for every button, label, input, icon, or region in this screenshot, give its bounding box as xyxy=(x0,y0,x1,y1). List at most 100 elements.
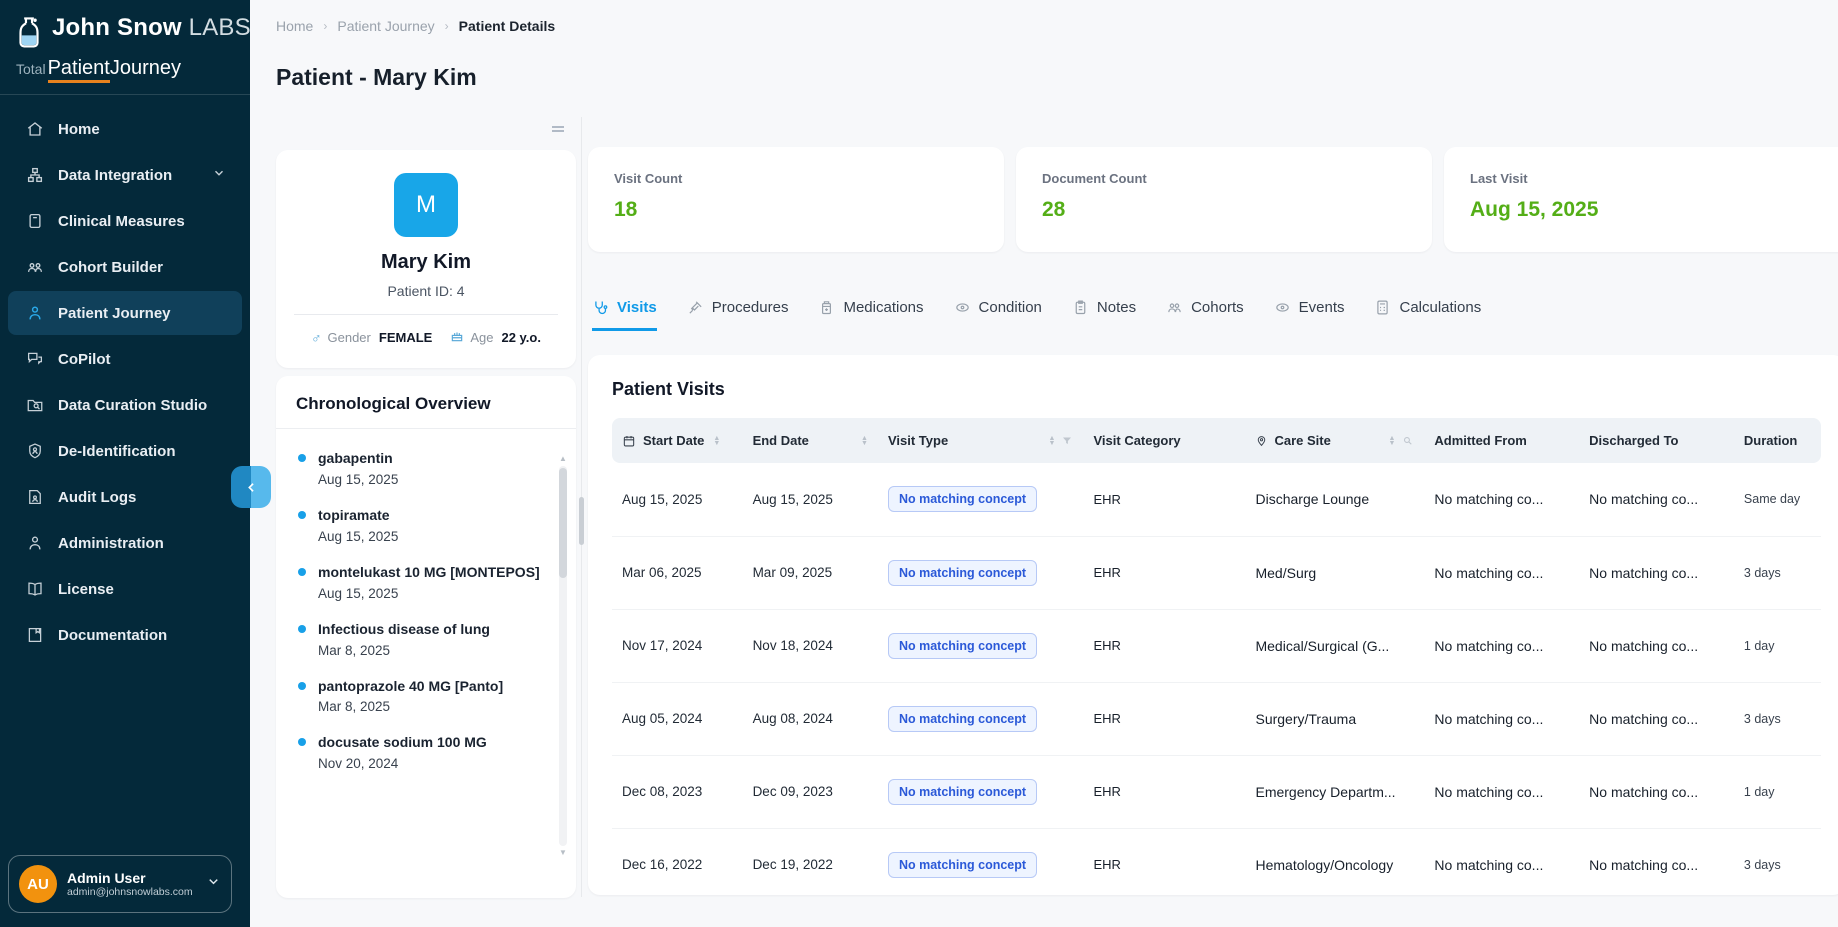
list-item[interactable]: Infectious disease of lungMar 8, 2025 xyxy=(298,620,550,658)
drag-handle-icon[interactable] xyxy=(550,122,566,140)
visit-type-badge: No matching concept xyxy=(888,633,1037,659)
sidebar-item-license[interactable]: License xyxy=(8,567,242,611)
visit-type-badge: No matching concept xyxy=(888,486,1037,512)
chevron-down-icon xyxy=(206,874,221,894)
brand-subtitle: TotalPatientJourney xyxy=(16,57,234,80)
tab-medications[interactable]: Medications xyxy=(818,299,923,331)
sidebar: John Snow LABS TotalPatientJourney Home … xyxy=(0,0,250,927)
chat-bubbles-icon xyxy=(26,350,44,368)
tab-visits[interactable]: Visits xyxy=(592,299,657,331)
col-end-date[interactable]: End Date ▲▼ xyxy=(743,418,878,463)
table-header-row: Start Date ▲▼ End Date ▲▼ Visit Type ▲▼ xyxy=(612,418,1821,463)
eye-icon xyxy=(1274,299,1291,316)
chevron-down-icon xyxy=(212,166,226,184)
table-row[interactable]: Nov 17, 2024 Nov 18, 2024 No matching co… xyxy=(612,609,1821,682)
sort-icon[interactable]: ▲▼ xyxy=(713,436,720,446)
stat-label: Last Visit xyxy=(1470,171,1834,186)
bullet-icon xyxy=(298,738,306,746)
table-row[interactable]: Aug 15, 2025 Aug 15, 2025 No matching co… xyxy=(612,463,1821,536)
bullet-icon xyxy=(298,625,306,633)
page-title: Patient - Mary Kim xyxy=(250,34,1838,91)
list-item[interactable]: docusate sodium 100 MGNov 20, 2024 xyxy=(298,733,550,771)
filter-icon[interactable] xyxy=(1061,435,1073,447)
shield-person-icon xyxy=(26,442,44,460)
scrollbar-thumb[interactable] xyxy=(559,468,567,578)
sidebar-item-de-identification[interactable]: De-Identification xyxy=(8,429,242,473)
age-value: 22 y.o. xyxy=(501,330,541,345)
chevron-left-icon xyxy=(244,480,259,495)
sidebar-collapse-button[interactable] xyxy=(231,466,271,508)
visit-type-badge: No matching concept xyxy=(888,560,1037,586)
sort-icon[interactable]: ▲▼ xyxy=(861,436,868,446)
search-icon[interactable] xyxy=(1401,434,1414,447)
col-visit-category[interactable]: Visit Category xyxy=(1083,418,1245,463)
breadcrumb-patient-journey[interactable]: Patient Journey xyxy=(337,18,434,34)
avatar: AU xyxy=(19,865,57,903)
stat-label: Visit Count xyxy=(614,171,978,186)
sidebar-item-copilot[interactable]: CoPilot xyxy=(8,337,242,381)
patient-avatar: M xyxy=(394,173,458,237)
list-item[interactable]: topiramateAug 15, 2025 xyxy=(298,506,550,544)
scroll-down-icon[interactable]: ▼ xyxy=(558,848,568,858)
table-row[interactable]: Dec 08, 2023 Dec 09, 2023 No matching co… xyxy=(612,755,1821,828)
clinical-measures-icon xyxy=(26,212,44,230)
table-row[interactable]: Mar 06, 2025 Mar 09, 2025 No matching co… xyxy=(612,536,1821,609)
sidebar-item-audit-logs[interactable]: Audit Logs xyxy=(8,475,242,519)
tab-calculations[interactable]: Calculations xyxy=(1374,299,1481,331)
sort-icon[interactable]: ▲▼ xyxy=(1049,436,1056,446)
col-duration[interactable]: Duration xyxy=(1734,418,1821,463)
home-icon xyxy=(26,120,44,138)
sidebar-item-administration[interactable]: Administration xyxy=(8,521,242,565)
tab-procedures[interactable]: Procedures xyxy=(687,299,789,331)
tab-events[interactable]: Events xyxy=(1274,299,1345,331)
location-pin-icon xyxy=(1255,434,1268,447)
user-name: Admin User xyxy=(67,870,193,887)
tab-cohorts[interactable]: Cohorts xyxy=(1166,299,1244,331)
patient-summary-card: M Mary Kim Patient ID: 4 ♂ Gender FEMALE… xyxy=(276,150,576,368)
col-visit-type[interactable]: Visit Type ▲▼ xyxy=(878,418,1084,463)
sidebar-item-cohort-builder[interactable]: Cohort Builder xyxy=(8,245,242,289)
syringe-icon xyxy=(687,299,704,316)
folder-search-icon xyxy=(26,396,44,414)
detail-tabs: Visits Procedures Medications Condition … xyxy=(588,299,1838,331)
divider xyxy=(294,314,558,315)
sidebar-item-data-curation-studio[interactable]: Data Curation Studio xyxy=(8,383,242,427)
table-row[interactable]: Aug 05, 2024 Aug 08, 2024 No matching co… xyxy=(612,682,1821,755)
gender-value: FEMALE xyxy=(379,330,432,345)
col-admitted-from[interactable]: Admitted From xyxy=(1424,418,1579,463)
sidebar-nav: Home Data Integration Clinical Measures … xyxy=(0,107,250,657)
stat-card-last-visit: Last Visit Aug 15, 2025 xyxy=(1444,147,1838,252)
stethoscope-icon xyxy=(592,299,609,316)
sort-icon[interactable]: ▲▼ xyxy=(1388,436,1395,446)
patient-visits-title: Patient Visits xyxy=(612,379,1821,400)
patient-visits-card: Patient Visits Start Date ▲▼ xyxy=(588,355,1838,895)
stat-card-document-count: Document Count 28 xyxy=(1016,147,1432,252)
scroll-up-icon[interactable]: ▲ xyxy=(558,454,568,464)
col-care-site[interactable]: Care Site ▲▼ xyxy=(1245,418,1424,463)
list-item[interactable]: montelukast 10 MG [MONTEPOS]Aug 15, 2025 xyxy=(298,563,550,601)
list-item[interactable]: pantoprazole 40 MG [Panto]Mar 8, 2025 xyxy=(298,677,550,715)
breadcrumb-home[interactable]: Home xyxy=(276,18,313,34)
age-cake-icon xyxy=(450,329,464,346)
col-start-date[interactable]: Start Date ▲▼ xyxy=(612,418,743,463)
tab-condition[interactable]: Condition xyxy=(954,299,1042,331)
cohort-icon xyxy=(26,258,44,276)
table-row[interactable]: Dec 16, 2022 Dec 19, 2022 No matching co… xyxy=(612,828,1821,895)
sidebar-item-patient-journey[interactable]: Patient Journey xyxy=(8,291,242,335)
brand-name: John Snow LABS xyxy=(52,14,251,42)
admin-person-icon xyxy=(26,534,44,552)
book-icon xyxy=(26,580,44,598)
bullet-icon xyxy=(298,682,306,690)
sidebar-item-documentation[interactable]: Documentation xyxy=(8,613,242,657)
sidebar-item-clinical-measures[interactable]: Clinical Measures xyxy=(8,199,242,243)
sidebar-item-home[interactable]: Home xyxy=(8,107,242,151)
list-scrollbar[interactable]: ▲ ▼ xyxy=(558,454,568,858)
brand-logo: John Snow LABS TotalPatientJourney xyxy=(0,0,250,95)
list-item[interactable]: gabapentinAug 15, 2025 xyxy=(298,449,550,487)
chronological-list: gabapentinAug 15, 2025 topiramateAug 15,… xyxy=(276,429,576,771)
col-discharged-to[interactable]: Discharged To xyxy=(1579,418,1734,463)
tab-notes[interactable]: Notes xyxy=(1072,299,1136,331)
chronological-overview-title: Chronological Overview xyxy=(276,394,576,429)
user-menu[interactable]: AU Admin User admin@johnsnowlabs.com xyxy=(8,855,232,913)
sidebar-item-data-integration[interactable]: Data Integration xyxy=(8,153,242,197)
